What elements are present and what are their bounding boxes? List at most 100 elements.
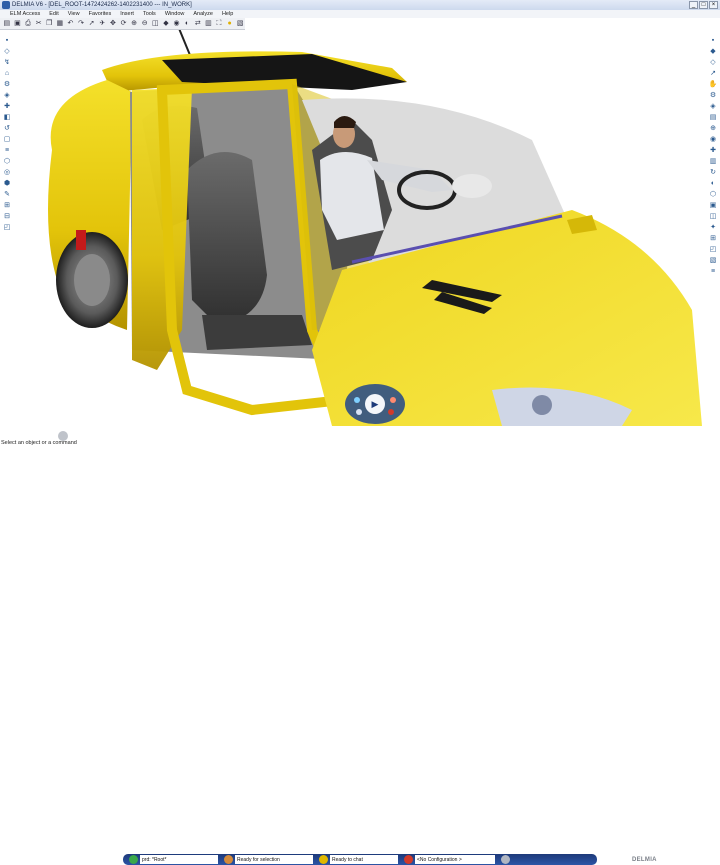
lock-icon[interactable] (501, 855, 510, 864)
maximize-button[interactable]: □ (699, 1, 708, 9)
right-tool-icon-9[interactable]: ⊕ (709, 124, 718, 133)
sidebar-tool-icon-17[interactable]: ⊟ (3, 212, 12, 221)
sidebar-tool-icon-18[interactable]: ◰ (3, 223, 12, 232)
hide-show-icon[interactable]: ◐ (182, 19, 192, 29)
product-icon[interactable] (129, 855, 138, 864)
normal-view-icon[interactable]: ◫ (151, 19, 161, 29)
menu-tools[interactable]: Tools (143, 11, 156, 17)
menu-view[interactable]: View (68, 11, 80, 17)
sidebar-tool-icon-16[interactable]: ⊞ (3, 201, 12, 210)
select-icon[interactable]: ➚ (87, 19, 97, 29)
sidebar-tool-icon-8[interactable]: ◧ (3, 113, 12, 122)
chat-icon[interactable] (319, 855, 328, 864)
brake-caliper (76, 230, 86, 250)
right-tool-icon-20[interactable]: ◰ (709, 245, 718, 254)
sidebar-tool-icon-4[interactable]: ⌂ (3, 69, 12, 78)
right-tool-icon-19[interactable]: ⊞ (709, 234, 718, 243)
redo-icon[interactable]: ↷ (76, 19, 86, 29)
car-scene (48, 30, 702, 426)
fly-icon[interactable]: ✈ (97, 19, 107, 29)
sidebar-tool-icon-2[interactable]: ◇ (3, 47, 12, 56)
status-sphere-icon[interactable] (58, 431, 68, 441)
window-title: DELMIA V6 - [DEL_ROOT-1472424262-1402231… (12, 2, 192, 8)
pan-icon[interactable]: ✥ (108, 19, 118, 29)
print-icon[interactable]: ⎙ (23, 19, 33, 29)
sidebar-tool-icon-10[interactable]: ▢ (3, 135, 12, 144)
configuration-field[interactable]: <No Configuration > (415, 855, 495, 864)
compass-play-icon[interactable]: ▶ (372, 400, 379, 410)
right-tool-icon-3[interactable]: ◇ (709, 58, 718, 67)
sidebar-tool-icon-9[interactable]: ↺ (3, 124, 12, 133)
right-tool-icon-22[interactable]: ≡ (709, 267, 718, 276)
sidebar-tool-icon-3[interactable]: ↯ (3, 58, 12, 67)
seat-base (202, 315, 312, 350)
dashboard (452, 174, 492, 198)
sidebar-tool-icon-7[interactable]: ✚ (3, 102, 12, 111)
menu-window[interactable]: Window (165, 11, 185, 17)
cube-view-icon[interactable]: ◆ (161, 19, 171, 29)
viewer-compass[interactable]: ▶ (343, 380, 407, 426)
right-tool-icon-13[interactable]: ↻ (709, 168, 718, 177)
shading-icon[interactable]: ◉ (172, 19, 182, 29)
paste-icon[interactable]: ▦ (55, 19, 65, 29)
compass-nav-icon-4[interactable] (388, 409, 394, 415)
fit-all-icon[interactable]: ⛶ (214, 19, 224, 29)
folder-icon[interactable]: ▤ (2, 19, 12, 29)
sidebar-tool-icon-15[interactable]: ✎ (3, 190, 12, 199)
delmia-logo: DELMIA (632, 857, 657, 863)
right-tool-icon-17[interactable]: ◫ (709, 212, 718, 221)
menu-favorites[interactable]: Favorites (89, 11, 112, 17)
chat-status: Ready to chat (330, 855, 398, 864)
undo-icon[interactable]: ↶ (66, 19, 76, 29)
right-tool-icon-15[interactable]: ⬡ (709, 190, 718, 199)
compass-nav-icon-3[interactable] (356, 409, 362, 415)
right-tool-icon-8[interactable]: ▤ (709, 113, 718, 122)
menu-elm-access[interactable]: ELM Access (10, 11, 40, 17)
menu-insert[interactable]: Insert (120, 11, 134, 17)
light-icon[interactable]: ● (225, 19, 235, 29)
right-tool-icon-6[interactable]: ⚙ (709, 91, 718, 100)
right-tool-icon-10[interactable]: ◉ (709, 135, 718, 144)
right-tool-icon-1[interactable]: ▪ (709, 36, 718, 45)
right-tool-icon-12[interactable]: ▥ (709, 157, 718, 166)
right-tool-icon-16[interactable]: ▣ (709, 201, 718, 210)
right-tool-icon-14[interactable]: ◐ (709, 179, 718, 188)
sidebar-tool-icon-6[interactable]: ◈ (3, 91, 12, 100)
sidebar-tool-icon-11[interactable]: ≡ (3, 146, 12, 155)
sidebar-tool-icon-12[interactable]: ⬡ (3, 157, 12, 166)
sidebar-tool-icon-5[interactable]: ⚙ (3, 80, 12, 89)
copy-icon[interactable]: ❐ (44, 19, 54, 29)
menu-help[interactable]: Help (222, 11, 233, 17)
product-field[interactable]: prd: *Root* (140, 855, 218, 864)
right-tool-icon-11[interactable]: ✚ (709, 146, 718, 155)
cut-icon[interactable]: ✂ (34, 19, 44, 29)
sidebar-tool-icon-1[interactable]: ▪ (3, 36, 12, 45)
right-tool-icon-21[interactable]: ▧ (709, 256, 718, 265)
right-tool-icon-4[interactable]: ↗ (709, 69, 718, 78)
right-tool-icon-2[interactable]: ◆ (709, 47, 718, 56)
standard-toolbar: ▤ ▣ ⎙ ✂ ❐ ▦ ↶ ↷ ➚ ✈ ✥ ⟳ ⊕ ⊖ ◫ ◆ ◉ ◐ ⇄ ▥ … (0, 18, 245, 30)
3d-viewport[interactable]: ▶ (12, 30, 704, 426)
minimize-button[interactable]: _ (689, 1, 698, 9)
right-tool-icon-5[interactable]: ✋ (709, 80, 718, 89)
status-prompt: Select an object or a command (1, 440, 77, 446)
configuration-icon[interactable] (404, 855, 413, 864)
material-icon[interactable]: ▧ (235, 19, 245, 29)
selection-icon[interactable] (224, 855, 233, 864)
menu-analyze[interactable]: Analyze (193, 11, 213, 17)
save-icon[interactable]: ▣ (13, 19, 23, 29)
close-button[interactable]: × (709, 1, 718, 9)
compass-nav-icon-2[interactable] (390, 397, 396, 403)
sidebar-tool-icon-14[interactable]: ⬢ (3, 179, 12, 188)
compass-nav-icon-1[interactable] (354, 397, 360, 403)
menu-edit[interactable]: Edit (49, 11, 58, 17)
window-controls: _ □ × (689, 1, 718, 9)
right-tool-icon-18[interactable]: ✦ (709, 223, 718, 232)
sidebar-tool-icon-13[interactable]: ◎ (3, 168, 12, 177)
rotate-icon[interactable]: ⟳ (119, 19, 129, 29)
swap-icon[interactable]: ⇄ (193, 19, 203, 29)
zoom-out-icon[interactable]: ⊖ (140, 19, 150, 29)
zoom-in-icon[interactable]: ⊕ (129, 19, 139, 29)
render-icon[interactable]: ▥ (204, 19, 214, 29)
right-tool-icon-7[interactable]: ◈ (709, 102, 718, 111)
